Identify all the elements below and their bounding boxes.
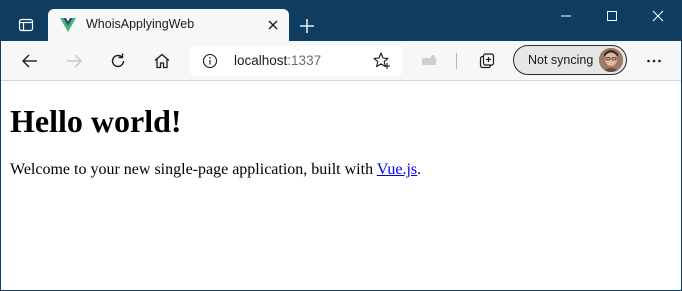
minimize-button[interactable] (543, 1, 589, 31)
plus-icon (300, 19, 314, 33)
new-tab-button[interactable] (293, 13, 321, 39)
extension-button[interactable] (415, 47, 443, 75)
add-favorite-icon[interactable] (372, 51, 392, 71)
address-bar[interactable]: localhost:1337 (190, 46, 402, 76)
window-controls (543, 1, 681, 31)
vue-logo-icon (60, 18, 76, 32)
more-horizontal-icon (647, 59, 661, 63)
profile-photo-icon (599, 48, 623, 72)
tab-actions-button[interactable] (8, 9, 44, 41)
title-bar: WhoisApplyingWeb (1, 1, 681, 41)
maximize-icon (607, 11, 617, 21)
home-button[interactable] (148, 47, 176, 75)
page-heading: Hello world! (10, 103, 182, 139)
toolbar-divider (456, 53, 457, 69)
avatar (599, 48, 623, 72)
tab-whoisapplyingweb[interactable]: WhoisApplyingWeb (48, 9, 289, 41)
url-text[interactable]: localhost:1337 (234, 53, 321, 68)
refresh-button[interactable] (104, 47, 132, 75)
intro-period: . (417, 161, 422, 178)
settings-more-button[interactable] (640, 47, 668, 75)
minimize-icon (561, 15, 571, 17)
tab-title: WhoisApplyingWeb (86, 17, 195, 31)
collections-button[interactable] (473, 47, 501, 75)
back-button[interactable] (16, 47, 44, 75)
profile-button[interactable]: Not syncing (513, 45, 627, 75)
page-content: Hello world! Welcome to your new single-… (1, 81, 681, 290)
browser-window: WhoisApplyingWeb localhost:1337 Not sync… (0, 0, 682, 291)
collections-icon (479, 53, 495, 69)
arrow-left-icon (22, 54, 37, 68)
info-icon[interactable] (202, 53, 218, 69)
vuejs-link[interactable]: Vue.js (377, 161, 417, 178)
intro-text: Welcome to your new single-page applicat… (10, 161, 377, 178)
refresh-icon (111, 53, 125, 68)
url-port: :1337 (287, 53, 322, 68)
close-icon (652, 10, 664, 22)
sync-status-label: Not syncing (528, 53, 594, 67)
arrow-right-icon (67, 54, 82, 68)
intro-paragraph: Welcome to your new single-page applicat… (10, 160, 421, 180)
forward-button[interactable] (60, 47, 88, 75)
close-window-button[interactable] (635, 1, 681, 31)
tab-close-button[interactable] (265, 17, 281, 33)
home-icon (154, 53, 170, 69)
tab-actions-icon (18, 18, 34, 32)
maximize-button[interactable] (589, 1, 635, 31)
navigation-toolbar: localhost:1337 Not syncing (1, 41, 681, 81)
url-host: localhost (234, 53, 288, 68)
close-icon (268, 20, 278, 30)
extension-icon (422, 55, 436, 65)
